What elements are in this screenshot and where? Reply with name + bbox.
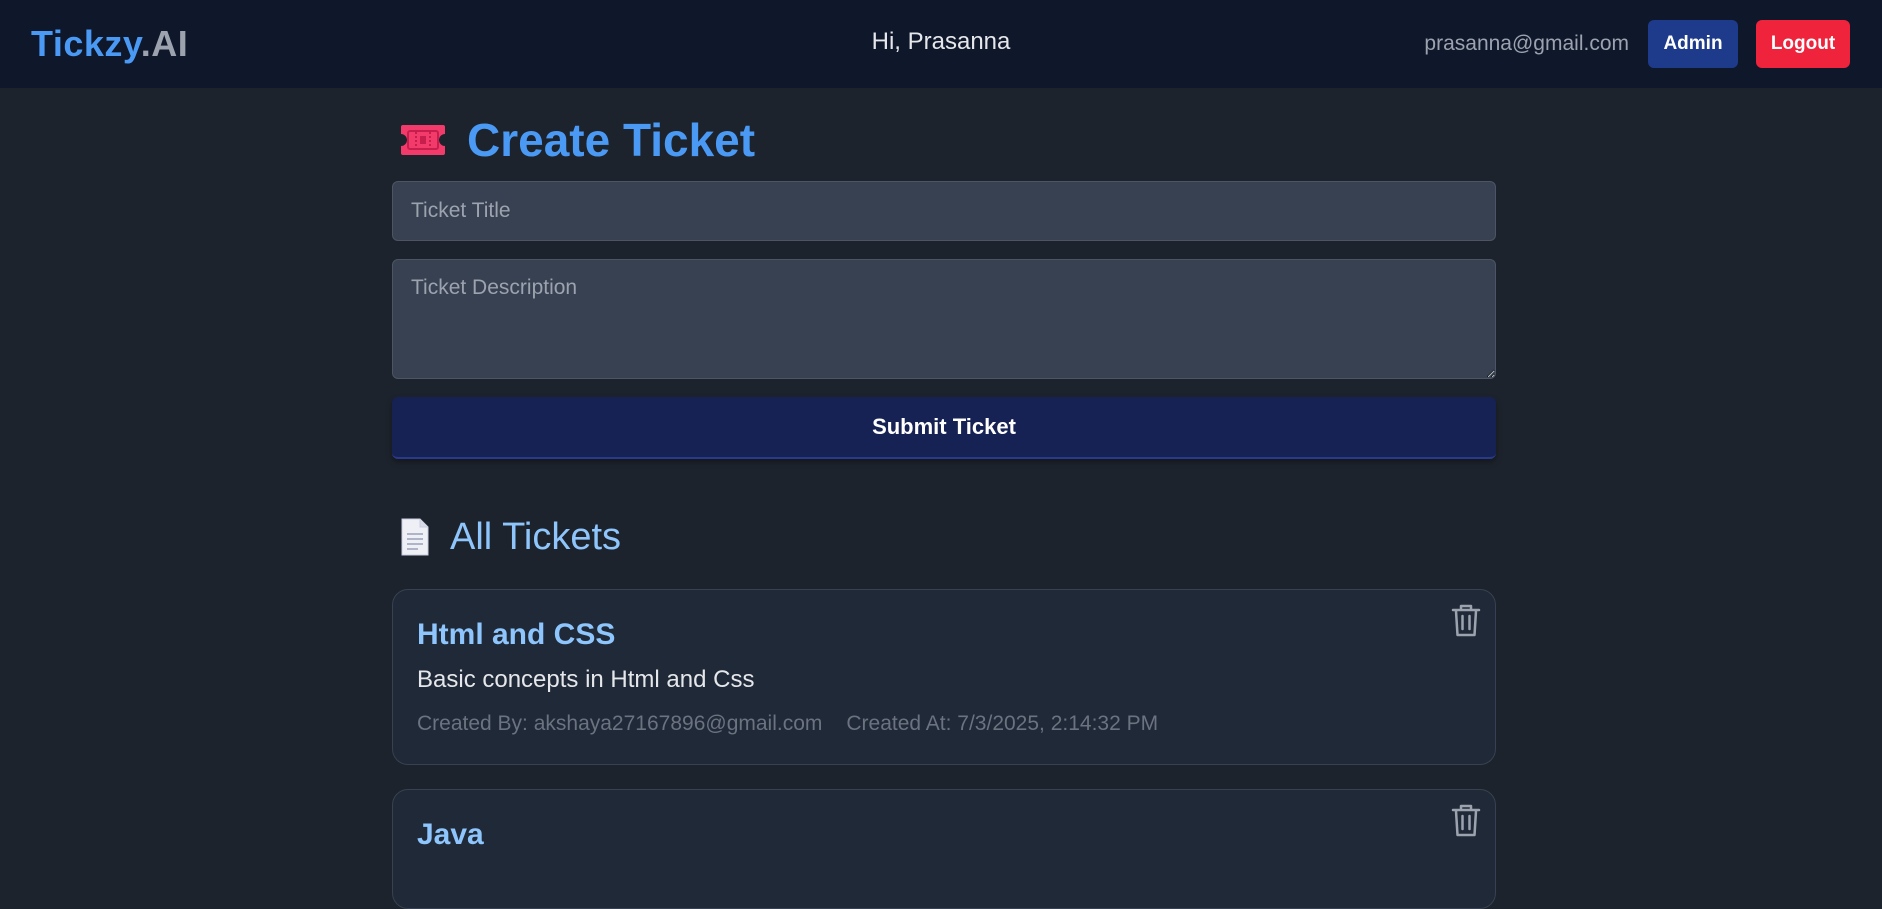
ticket-description-input[interactable] <box>392 259 1496 379</box>
main-content: Create Ticket Submit Ticket All Tickets … <box>392 88 1496 909</box>
create-ticket-header: Create Ticket <box>392 114 1496 166</box>
ticket-created-by: Created By: akshaya27167896@gmail.com <box>417 712 823 735</box>
all-tickets-heading: All Tickets <box>450 515 622 558</box>
ticket-created-at: Created At: 7/3/2025, 2:14:32 PM <box>846 712 1159 735</box>
brand-suffix: .AI <box>140 23 189 64</box>
ticket-title: Java <box>417 818 484 851</box>
ticket-icon <box>401 125 445 155</box>
all-tickets-header: All Tickets <box>392 515 1496 558</box>
ticket-description: Basic concepts in Html and Css <box>417 666 755 693</box>
admin-button[interactable]: Admin <box>1648 20 1738 68</box>
create-ticket-heading: Create Ticket <box>467 114 756 166</box>
ticket-title: Html and CSS <box>417 618 616 651</box>
ticket-card[interactable]: Java <box>392 789 1496 909</box>
trash-icon[interactable] <box>1449 802 1483 838</box>
trash-icon[interactable] <box>1449 602 1483 638</box>
logout-button[interactable]: Logout <box>1756 20 1850 68</box>
user-email: prasanna@gmail.com <box>1424 32 1629 55</box>
document-icon <box>401 518 429 556</box>
brand-logo[interactable]: Tickzy.AI <box>31 23 188 65</box>
navbar: Tickzy.AI Hi, Prasanna prasanna@gmail.co… <box>0 0 1882 88</box>
ticket-meta: Created By: akshaya27167896@gmail.com Cr… <box>417 712 1471 736</box>
submit-ticket-button[interactable]: Submit Ticket <box>392 397 1496 459</box>
nav-actions: prasanna@gmail.com Admin Logout <box>1424 20 1850 68</box>
ticket-card[interactable]: Html and CSS Basic concepts in Html and … <box>392 589 1496 765</box>
brand-name: Tickzy <box>31 23 141 64</box>
ticket-title-input[interactable] <box>392 181 1496 241</box>
